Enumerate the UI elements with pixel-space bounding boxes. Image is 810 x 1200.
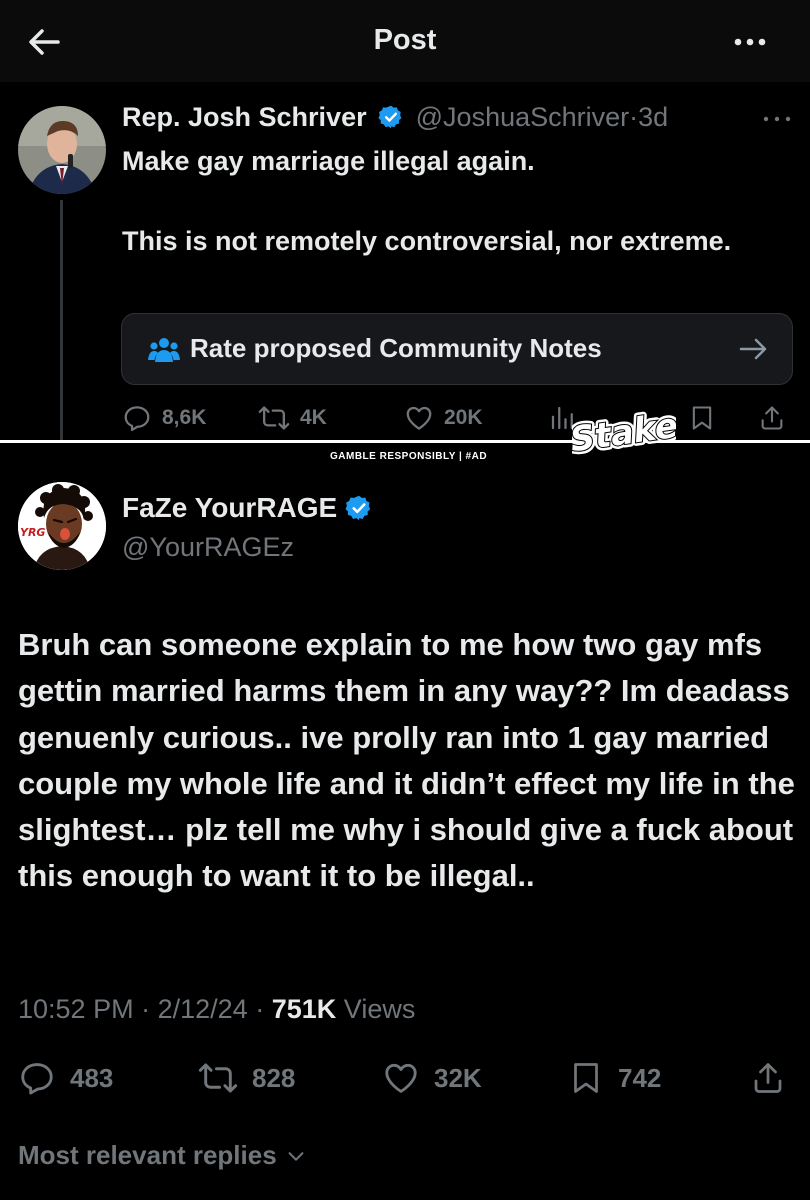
svg-text:Stake: Stake [572,406,676,461]
reply-count: 483 [70,1062,114,1093]
stake-logo[interactable]: Stake Stake Stake [564,402,684,464]
reply-button[interactable]: 8,6K [122,400,206,436]
post-date[interactable]: 2/12/24 [158,994,248,1024]
bookmark-button[interactable]: 742 [568,1058,661,1098]
author-handle[interactable]: @YourRAGEz [122,532,294,563]
separator-dot: · [629,102,639,132]
top-bar: Post [0,0,810,82]
more-horizontal-icon[interactable] [762,104,792,130]
bookmark-icon [688,403,716,433]
ad-divider [0,440,810,443]
ad-disclaimer: GAMBLE RESPONSIBLY | #AD [330,451,488,462]
community-notes-button[interactable]: Rate proposed Community Notes [121,313,793,385]
quoted-post-text-line1: Make gay marriage illegal again. [122,146,535,176]
reply-button[interactable]: 483 [18,1058,113,1098]
repost-button[interactable]: 828 [198,1058,295,1098]
reply-icon [122,403,152,433]
avatar[interactable]: YRG [18,482,106,570]
avatar[interactable] [18,106,106,194]
heart-icon [382,1059,420,1097]
repost-icon [198,1059,238,1097]
page-title: Post [373,24,437,56]
author-name[interactable]: FaZe YourRAGE [122,492,337,524]
community-notes-label: Rate proposed Community Notes [190,333,602,363]
views-label: Views [343,994,416,1024]
reply-count: 8,6K [162,406,207,429]
repost-button[interactable]: 4K [258,400,327,436]
more-horizontal-icon[interactable] [728,20,772,64]
reply-icon [18,1059,56,1097]
like-button[interactable]: 32K [382,1058,482,1098]
author-name-row: FaZe YourRAGE [122,492,373,524]
share-button[interactable] [750,1058,786,1098]
thread-connector [60,200,63,440]
chevron-down-icon [285,1145,307,1167]
verified-badge-icon [345,494,373,522]
arrow-right-icon [738,334,770,364]
like-count: 20K [444,406,483,429]
share-button[interactable] [758,400,786,436]
quoted-post-header: Rep. Josh Schriver @JoshuaSchriver·3d [122,102,668,133]
post-meta: 10:52 PM · 2/12/24 · 751K Views [18,994,415,1025]
replies-sort-dropdown[interactable]: Most relevant replies [18,1140,307,1171]
heart-icon [404,403,434,433]
post-time[interactable]: 10:52 PM [18,994,134,1024]
author-handle[interactable]: @JoshuaSchriver [416,102,630,132]
like-button[interactable]: 20K [404,400,483,436]
share-icon [758,403,786,433]
repost-icon [258,403,290,433]
bookmark-count: 742 [618,1062,662,1093]
repost-count: 828 [252,1062,296,1093]
share-icon [750,1059,786,1097]
separator-dot: · [255,994,265,1024]
separator-dot: · [141,994,151,1024]
quoted-post-text-line2: This is not remotely controversial, nor … [122,226,732,256]
svg-text:YRG: YRG [20,526,45,539]
replies-sort-label: Most relevant replies [18,1140,277,1170]
views-count: 751K [271,994,337,1024]
author-name[interactable]: Rep. Josh Schriver [122,102,367,132]
post-body: Bruh can someone explain to me how two g… [18,627,795,894]
repost-count: 4K [300,406,327,429]
people-icon [148,336,180,364]
post-time[interactable]: 3d [638,102,668,132]
bookmark-button[interactable] [688,400,716,436]
bookmark-icon [568,1059,604,1097]
verified-badge-icon [378,104,404,130]
like-count: 32K [434,1062,482,1093]
